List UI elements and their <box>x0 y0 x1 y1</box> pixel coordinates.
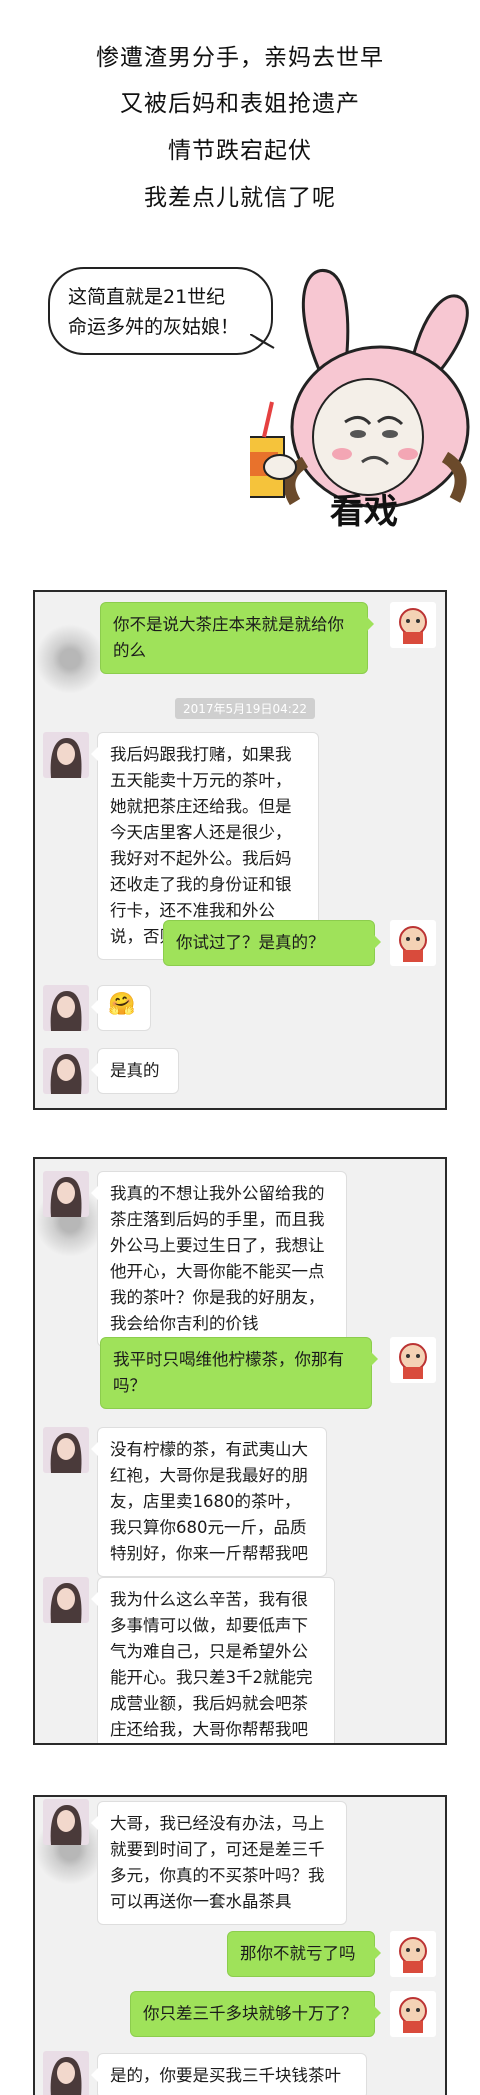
emoji-bubble: 🤗 <box>91 985 151 1031</box>
cartoon-avatar-icon <box>390 920 436 966</box>
cartoon-avatar-icon <box>390 602 436 648</box>
chat-panel-3: 大哥，我已经没有办法，马上就要到时间了，可还是差三千多元，你真的不买茶叶吗？我可… <box>33 1795 447 2095</box>
chat-bubble-received: 我真的不想让我外公留给我的茶庄落到后妈的手里，而且我外公马上要过生日了，我想让他… <box>91 1171 347 1347</box>
meme-sticker: 这简直就是21世纪 命运多舛的灰姑娘！ 看戏 <box>40 262 470 542</box>
chat-bubble-received: 没有柠檬的茶，有武夷山大红袍，大哥你是我最好的朋友，店里卖1680的茶叶，我只算… <box>91 1427 327 1577</box>
speech-bubble-line-1: 这简直就是21世纪 <box>68 286 226 308</box>
girl-avatar-icon <box>43 985 89 1031</box>
chat-bubble-received: 大哥，我已经没有办法，马上就要到时间了，可还是差三千多元，你真的不买茶叶吗？我可… <box>91 1801 347 1925</box>
cartoon-avatar-icon <box>390 1931 436 1977</box>
girl-avatar-icon <box>43 1171 89 1217</box>
girl-avatar-icon <box>43 2051 89 2095</box>
speech-bubble-line-2: 命运多舛的灰姑娘！ <box>68 316 240 338</box>
speech-bubble: 这简直就是21世纪 命运多舛的灰姑娘！ <box>48 267 273 355</box>
header-line-4: 我差点儿就信了呢 <box>144 185 336 211</box>
girl-avatar-icon <box>43 1048 89 1094</box>
girl-avatar-icon <box>43 1577 89 1623</box>
girl-avatar-icon <box>43 1799 89 1845</box>
sticker-caption: 看戏 <box>330 492 398 532</box>
blurred-avatar-icon <box>35 624 105 694</box>
header-line-2: 又被后妈和表姐抢遗产 <box>120 91 360 117</box>
chat-panel-1: 你不是说大茶庄本来就是就给你的么 2017年5月19日04:22 我后妈跟我打赌… <box>33 590 447 1110</box>
cartoon-avatar-icon <box>390 1337 436 1383</box>
chat-bubble-sent: 你不是说大茶庄本来就是就给你的么 <box>100 602 374 674</box>
chat-bubble-received: 是真的 <box>91 1048 179 1094</box>
chat-bubble-sent: 你试过了？是真的？ <box>163 920 381 966</box>
girl-avatar-icon <box>43 1427 89 1473</box>
header-line-1: 惨遭渣男分手，亲妈去世早 <box>96 45 384 71</box>
chat-bubble-sent: 你只差三千多块就够十万了？ <box>130 1991 381 2037</box>
girl-avatar-icon <box>43 732 89 778</box>
timestamp: 2017年5月19日04:22 <box>175 698 316 719</box>
chat-bubble-sent: 那你不就亏了吗 <box>227 1931 381 1977</box>
chat-panel-2: 我真的不想让我外公留给我的茶庄落到后妈的手里，而且我外公马上要过生日了，我想让他… <box>33 1157 447 1745</box>
chat-bubble-sent: 我平时只喝维他柠檬茶，你那有吗？ <box>100 1337 378 1409</box>
cartoon-avatar-icon <box>390 1991 436 2037</box>
header-line-3: 情节跌宕起伏 <box>168 138 312 164</box>
chat-bubble-received: 是的，你要是买我三千块钱茶叶 <box>91 2053 367 2095</box>
chat-bubble-received: 我为什么这么辛苦，我有很多事情可以做，却要低声下气为难自己，只是希望外公能开心。… <box>91 1577 335 1743</box>
